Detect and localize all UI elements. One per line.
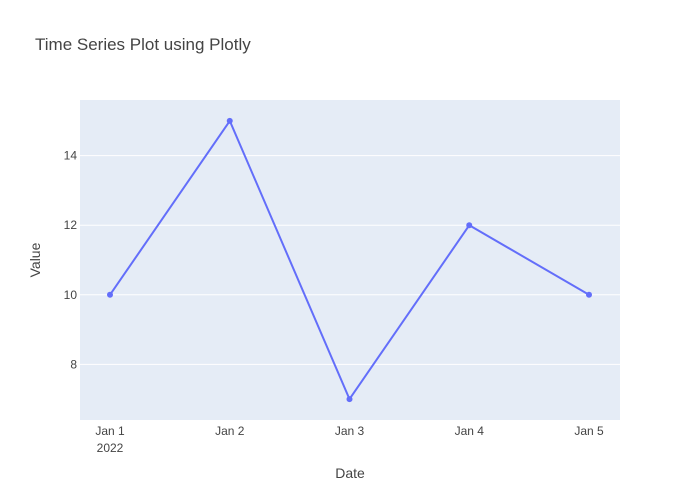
x-tick-year-label: 2022 — [97, 441, 124, 455]
y-tick-label: 14 — [64, 149, 78, 163]
y-tick-label: 10 — [64, 288, 78, 302]
data-point-marker[interactable] — [107, 291, 113, 298]
plot-area-background — [80, 100, 620, 420]
x-axis-title: Date — [335, 465, 365, 481]
line-chart: Time Series Plot using Plotly 8 10 12 14 Ja… — [27, 35, 620, 481]
chart-figure: Time Series Plot using Plotly 8 10 12 14 Ja… — [0, 0, 700, 500]
data-point-marker[interactable] — [466, 222, 473, 229]
x-tick-label: Jan 2 — [215, 424, 245, 438]
x-tick-label: Jan 5 — [574, 424, 604, 438]
data-point-marker[interactable] — [586, 291, 592, 298]
y-axis-ticks: 8 10 12 14 — [64, 149, 78, 372]
x-tick-label: Jan 1 — [95, 424, 125, 438]
data-point-marker[interactable] — [346, 396, 353, 403]
y-tick-label: 12 — [64, 218, 78, 232]
x-tick-label: Jan 3 — [335, 424, 365, 438]
data-point-marker[interactable] — [226, 117, 233, 124]
y-axis-title: Value — [27, 242, 43, 277]
x-axis-ticks: Jan 1 Jan 2 Jan 3 Jan 4 Jan 5 2022 — [95, 424, 604, 455]
y-tick-label: 8 — [70, 357, 77, 371]
chart-title: Time Series Plot using Plotly — [35, 35, 251, 54]
x-tick-label: Jan 4 — [455, 424, 485, 438]
